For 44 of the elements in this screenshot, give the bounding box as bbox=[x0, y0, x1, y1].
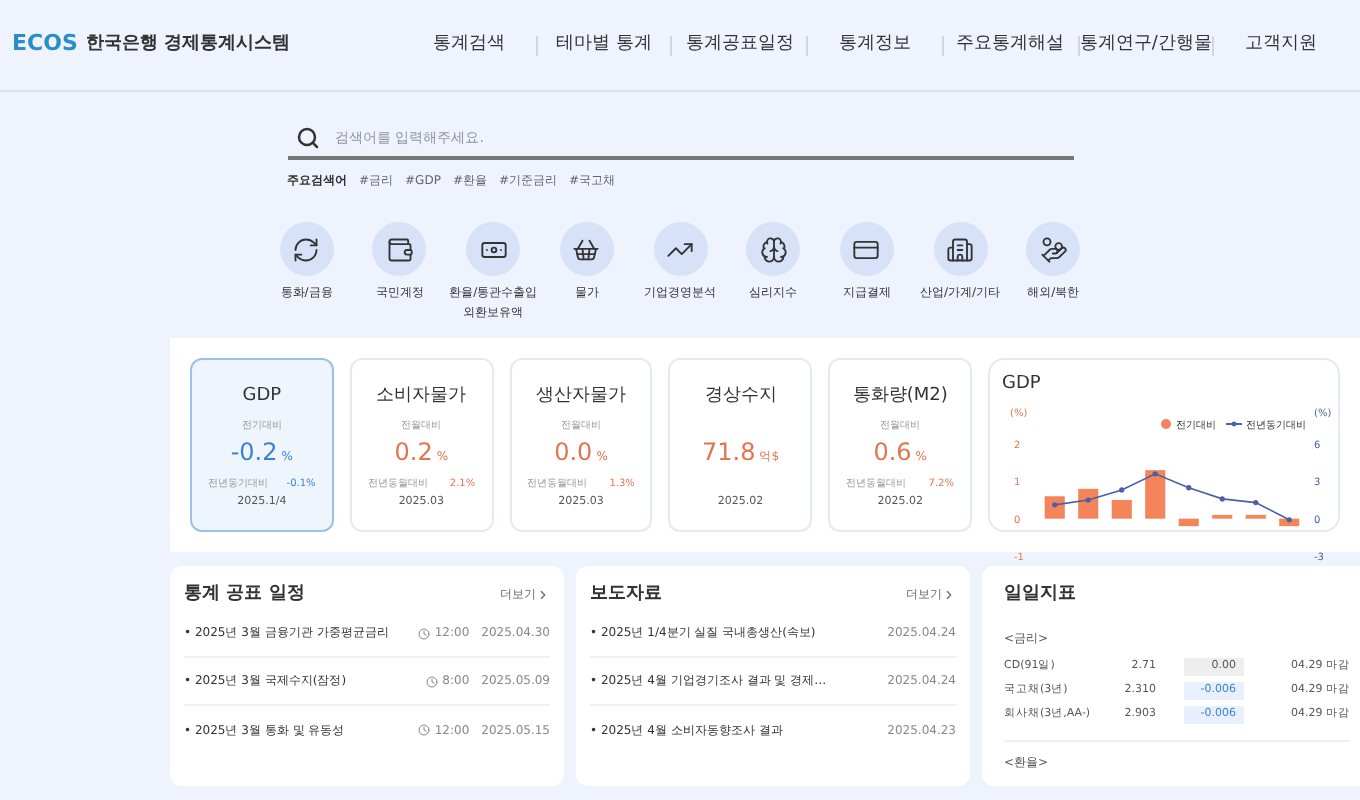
clock-icon bbox=[418, 724, 431, 736]
currency-exchange-icon bbox=[292, 235, 321, 263]
indicator-title: 생산자물가 bbox=[535, 384, 626, 410]
chart-title: GDP bbox=[1001, 372, 1043, 398]
chart-point bbox=[1152, 470, 1158, 476]
chart-bar bbox=[1145, 469, 1166, 518]
indicator-title: GDP bbox=[242, 384, 282, 410]
nav-link[interactable]: 통계공표일정 bbox=[672, 31, 807, 59]
chart-bar bbox=[1178, 517, 1199, 526]
chart-point bbox=[1286, 516, 1292, 522]
chart-bar bbox=[1111, 499, 1132, 518]
chart-point bbox=[1219, 495, 1225, 501]
hand-coins-icon bbox=[1039, 235, 1068, 263]
chart-bar bbox=[1212, 513, 1233, 518]
indicator-title: 통화량(M2) bbox=[852, 384, 948, 410]
chart-point bbox=[1052, 501, 1058, 507]
wallet-icon bbox=[385, 235, 414, 263]
card-title: 보도자료 bbox=[590, 582, 662, 608]
card-icon bbox=[852, 235, 881, 263]
basket-icon bbox=[572, 235, 601, 263]
card-title: 통계 공표 일정 bbox=[184, 582, 305, 608]
nav-link[interactable]: 주요통계해설 bbox=[943, 31, 1078, 59]
indicator-title: 소비자물가 bbox=[376, 384, 467, 410]
nav-link[interactable]: 통계정보 bbox=[808, 31, 942, 59]
chart-bar bbox=[1044, 495, 1065, 518]
chart-point bbox=[1119, 486, 1125, 492]
search-icon[interactable] bbox=[295, 126, 319, 150]
nav-link[interactable]: 테마별 통계 bbox=[537, 31, 671, 59]
building-icon bbox=[946, 235, 975, 263]
chart-point bbox=[1186, 484, 1192, 490]
nav-link[interactable]: 고객지원 bbox=[1214, 31, 1349, 59]
clock-icon bbox=[418, 627, 431, 639]
chart-point bbox=[1085, 496, 1091, 502]
nav-link[interactable]: 통계검색 bbox=[402, 31, 536, 59]
clock-icon bbox=[426, 675, 439, 687]
nav-link[interactable]: 통계연구/간행물 bbox=[1079, 31, 1213, 59]
chart-bar bbox=[1078, 487, 1099, 518]
chart-bar bbox=[1245, 513, 1266, 518]
chart-point bbox=[1253, 499, 1259, 505]
indicator-title: 경상수지 bbox=[704, 384, 777, 410]
site-name: 한국은행 경제통계시스템 bbox=[85, 31, 291, 58]
card-title: 일일지표 bbox=[1004, 582, 1078, 608]
chevron-right-icon bbox=[942, 588, 956, 603]
chevron-right-icon bbox=[536, 588, 550, 603]
